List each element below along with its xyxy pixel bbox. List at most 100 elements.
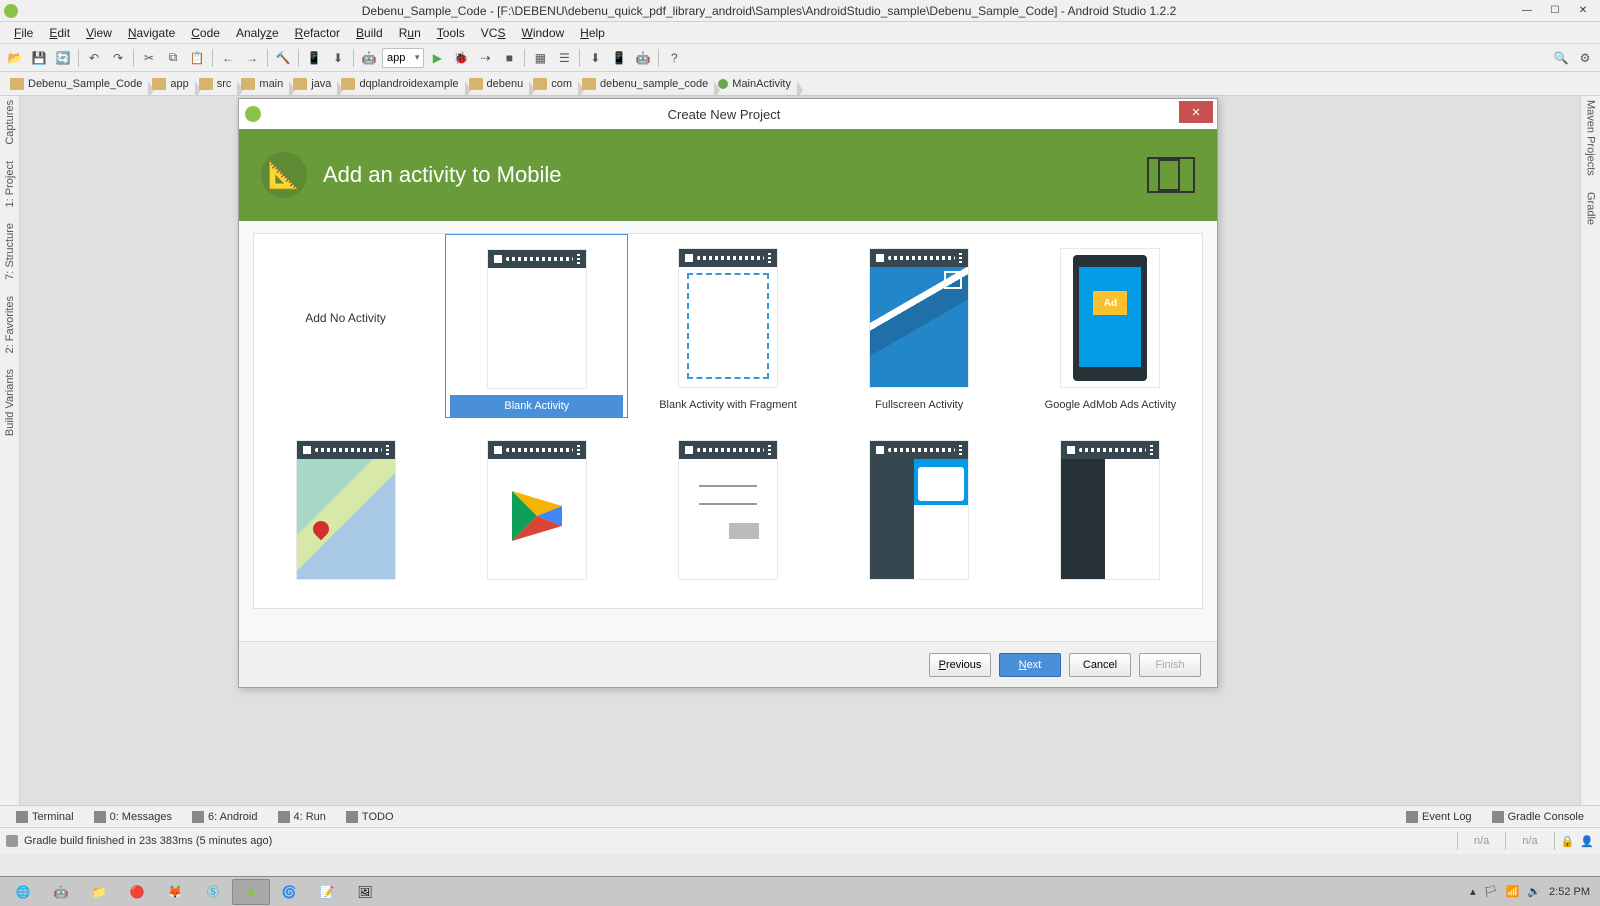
right-rail-gradle[interactable]: Gradle bbox=[1585, 192, 1597, 225]
breadcrumb-app[interactable]: app bbox=[148, 78, 194, 90]
cut-icon[interactable]: ✂ bbox=[138, 47, 160, 69]
tool-6--android[interactable]: 6: Android bbox=[182, 811, 268, 823]
stop-icon[interactable]: ■ bbox=[498, 47, 520, 69]
left-rail-7--structure[interactable]: 7: Structure bbox=[4, 223, 16, 280]
taskbar-app2-icon[interactable]: 🖼 bbox=[346, 879, 384, 905]
layout-icon[interactable]: ▦ bbox=[529, 47, 551, 69]
hector-icon[interactable]: 👤 bbox=[1580, 835, 1594, 848]
taskbar-ie-icon[interactable]: 🌐 bbox=[4, 879, 42, 905]
open-icon[interactable]: 📂 bbox=[4, 47, 26, 69]
sdk2-icon[interactable]: ⬇ bbox=[584, 47, 606, 69]
left-rail-build-variants[interactable]: Build Variants bbox=[4, 369, 16, 436]
tray-volume-icon[interactable]: 🔊 bbox=[1527, 885, 1541, 898]
minimize-button[interactable]: — bbox=[1514, 2, 1540, 20]
next-button[interactable]: Next bbox=[999, 653, 1061, 677]
left-rail-1--project[interactable]: 1: Project bbox=[4, 161, 16, 207]
template-fullscreen-activity[interactable]: Fullscreen Activity bbox=[828, 234, 1011, 418]
menu-edit[interactable]: Edit bbox=[41, 24, 78, 42]
app-icon bbox=[4, 4, 18, 18]
template-google-admob-ads-activity[interactable]: AdGoogle AdMob Ads Activity bbox=[1019, 234, 1202, 418]
left-rail-captures[interactable]: Captures bbox=[4, 100, 16, 145]
template-nav[interactable] bbox=[1019, 426, 1202, 608]
breadcrumb-debenu[interactable]: debenu bbox=[465, 78, 530, 90]
forward-icon[interactable]: → bbox=[241, 47, 263, 69]
menu-window[interactable]: Window bbox=[513, 24, 572, 42]
breadcrumb-com[interactable]: com bbox=[529, 78, 578, 90]
right-rail-maven-projects[interactable]: Maven Projects bbox=[1585, 100, 1597, 176]
run-config-selector[interactable]: app bbox=[382, 48, 424, 68]
make-icon[interactable]: 🔨 bbox=[272, 47, 294, 69]
android-icon[interactable]: 🤖 bbox=[358, 47, 380, 69]
dialog-close-button[interactable]: ✕ bbox=[1179, 101, 1213, 123]
paste-icon[interactable]: 📋 bbox=[186, 47, 208, 69]
avd-icon[interactable]: 📱 bbox=[303, 47, 325, 69]
menu-build[interactable]: Build bbox=[348, 24, 391, 42]
run-icon[interactable]: ▶ bbox=[426, 47, 448, 69]
breadcrumb-debenu_sample_code[interactable]: debenu_sample_code bbox=[578, 78, 714, 90]
menu-help[interactable]: Help bbox=[572, 24, 613, 42]
breadcrumb-src[interactable]: src bbox=[195, 78, 238, 90]
menu-file[interactable]: File bbox=[6, 24, 41, 42]
menu-analyze[interactable]: Analyze bbox=[228, 24, 287, 42]
monitor-icon[interactable]: 🤖 bbox=[632, 47, 654, 69]
tray-network-icon[interactable]: 📶 bbox=[1506, 885, 1520, 898]
tool-event-log[interactable]: Event Log bbox=[1396, 811, 1482, 823]
template-map[interactable] bbox=[254, 426, 437, 608]
taskbar-explorer-icon[interactable]: 📁 bbox=[80, 879, 118, 905]
back-icon[interactable]: ← bbox=[217, 47, 239, 69]
close-button[interactable]: ✕ bbox=[1570, 2, 1596, 20]
redo-icon[interactable]: ↷ bbox=[107, 47, 129, 69]
tool-gradle-console[interactable]: Gradle Console bbox=[1482, 811, 1594, 823]
breadcrumb-mainactivity[interactable]: MainActivity bbox=[714, 78, 797, 90]
template-md[interactable] bbox=[828, 426, 1011, 608]
tool-4--run[interactable]: 4: Run bbox=[268, 811, 336, 823]
taskbar-notes-icon[interactable]: 📝 bbox=[308, 879, 346, 905]
taskbar-app1-icon[interactable]: 🌀 bbox=[270, 879, 308, 905]
avd2-icon[interactable]: 📱 bbox=[608, 47, 630, 69]
taskbar-skype-icon[interactable]: Ⓢ bbox=[194, 879, 232, 905]
system-tray: ▴ 🏳 📶 🔊 2:52 PM bbox=[1470, 885, 1596, 898]
save-icon[interactable]: 💾 bbox=[28, 47, 50, 69]
menu-run[interactable]: Run bbox=[391, 24, 429, 42]
maximize-button[interactable]: ☐ bbox=[1542, 2, 1568, 20]
structure-icon[interactable]: ☰ bbox=[553, 47, 575, 69]
template-play[interactable] bbox=[445, 426, 628, 608]
taskbar-chrome-icon[interactable]: 🔴 bbox=[118, 879, 156, 905]
attach-icon[interactable]: ⇢ bbox=[474, 47, 496, 69]
breadcrumb-debenu_sample_code[interactable]: Debenu_Sample_Code bbox=[6, 78, 148, 90]
breadcrumb-main[interactable]: main bbox=[237, 78, 289, 90]
tray-time[interactable]: 2:52 PM bbox=[1549, 886, 1590, 898]
menu-tools[interactable]: Tools bbox=[429, 24, 473, 42]
help-icon[interactable]: ? bbox=[663, 47, 685, 69]
taskbar-android-studio-icon[interactable]: ◆ bbox=[232, 879, 270, 905]
sdk-icon[interactable]: ⬇ bbox=[327, 47, 349, 69]
template-blank-activity-with-fragment[interactable]: Blank Activity with Fragment bbox=[636, 234, 819, 418]
breadcrumb-java[interactable]: java bbox=[289, 78, 337, 90]
filter-icon[interactable]: ⚙ bbox=[1574, 47, 1596, 69]
lock-icon[interactable]: 🔒 bbox=[1561, 835, 1575, 848]
taskbar-android-icon[interactable]: 🤖 bbox=[42, 879, 80, 905]
taskbar-firefox-icon[interactable]: 🦊 bbox=[156, 879, 194, 905]
menu-vcs[interactable]: VCS bbox=[473, 24, 514, 42]
copy-icon[interactable]: ⧉ bbox=[162, 47, 184, 69]
cancel-button[interactable]: Cancel bbox=[1069, 653, 1131, 677]
tray-up-icon[interactable]: ▴ bbox=[1470, 885, 1476, 898]
left-rail-2--favorites[interactable]: 2: Favorites bbox=[4, 296, 16, 353]
tool-0--messages[interactable]: 0: Messages bbox=[84, 811, 182, 823]
menu-view[interactable]: View bbox=[78, 24, 120, 42]
menu-code[interactable]: Code bbox=[183, 24, 228, 42]
tool-terminal[interactable]: Terminal bbox=[6, 811, 84, 823]
undo-icon[interactable]: ↶ bbox=[83, 47, 105, 69]
tray-flag-icon[interactable]: 🏳 bbox=[1484, 885, 1498, 898]
template-add-no-activity[interactable]: Add No Activity bbox=[254, 234, 437, 418]
template-blank-activity[interactable]: Blank Activity bbox=[445, 234, 628, 418]
menu-refactor[interactable]: Refactor bbox=[287, 24, 348, 42]
menu-navigate[interactable]: Navigate bbox=[120, 24, 183, 42]
previous-button[interactable]: Previous bbox=[929, 653, 991, 677]
sync-icon[interactable]: 🔄 bbox=[52, 47, 74, 69]
tool-todo[interactable]: TODO bbox=[336, 811, 404, 823]
search-icon[interactable]: 🔍 bbox=[1550, 47, 1572, 69]
debug-icon[interactable]: 🐞 bbox=[450, 47, 472, 69]
breadcrumb-dqplandroidexample[interactable]: dqplandroidexample bbox=[337, 78, 464, 90]
template-login[interactable] bbox=[636, 426, 819, 608]
